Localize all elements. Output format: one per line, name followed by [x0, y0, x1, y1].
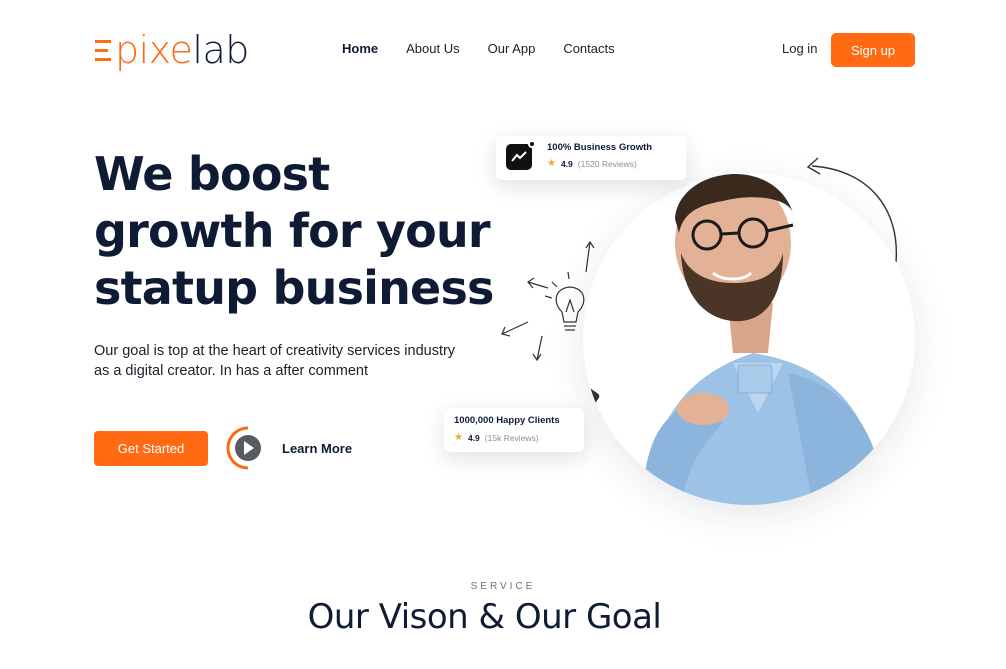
rating-score: 4.9 [560, 158, 573, 169]
hero-image-circle [583, 173, 915, 505]
section-kicker: SERVICE [470, 581, 536, 592]
login-link[interactable]: Log in [782, 41, 817, 56]
logo[interactable]: pixe lab [94, 28, 249, 72]
signup-button[interactable]: Sign up [831, 33, 915, 67]
main-nav: Home About Us Our App Contacts [342, 41, 615, 56]
get-started-button[interactable]: Get Started [94, 431, 208, 466]
star-icon: ★ [454, 432, 463, 443]
play-button[interactable] [226, 426, 266, 470]
logo-text-dark: lab [192, 28, 249, 72]
nav-about-us[interactable]: About Us [406, 41, 459, 56]
hero-title-line: statup business [94, 261, 494, 315]
learn-more-label: Learn More [282, 440, 353, 456]
site-header: pixe lab Home About Us Our App Contacts … [0, 0, 1006, 100]
rating-reviews: (1520 Reviews) [577, 158, 637, 169]
nav-our-app[interactable]: Our App [488, 41, 536, 56]
nav-contacts[interactable]: Contacts [563, 41, 614, 56]
logo-text-accent: pixe [115, 28, 193, 72]
section-title: Our Vison & Our Goal [307, 597, 662, 637]
learn-more-link[interactable]: Learn More [226, 426, 352, 470]
growth-card: 100% Business Growth ★ 4.9 (1520 Reviews… [496, 136, 686, 180]
play-icon [226, 426, 261, 470]
nav-home[interactable]: Home [342, 41, 378, 56]
hero-title-line: growth for your [94, 204, 491, 258]
trend-up-icon [506, 140, 536, 170]
growth-card-rating: ★ 4.9 (1520 Reviews) [547, 158, 637, 169]
logo-e-mark [95, 40, 111, 61]
clients-card-rating: ★ 4.9 (15k Reviews) [454, 432, 539, 443]
person-illustration [583, 174, 883, 505]
clients-card-title: 1000,000 Happy Clients [454, 415, 560, 426]
rating-reviews: (15k Reviews) [484, 432, 539, 443]
hero-title-line: We boost [94, 147, 330, 201]
growth-card-title: 100% Business Growth [547, 142, 653, 153]
hero-subtitle: Our goal is top at the heart of creativi… [94, 341, 494, 381]
hero-subtitle-line: as a digital creator. In has a after com… [94, 363, 369, 379]
star-icon: ★ [547, 158, 556, 169]
hero-subtitle-line: Our goal is top at the heart of creativi… [94, 343, 456, 359]
rating-score: 4.9 [467, 432, 480, 443]
hero-title: We boost growth for your statup business [94, 146, 514, 317]
clients-card: 1000,000 Happy Clients ★ 4.9 (15k Review… [444, 408, 584, 452]
